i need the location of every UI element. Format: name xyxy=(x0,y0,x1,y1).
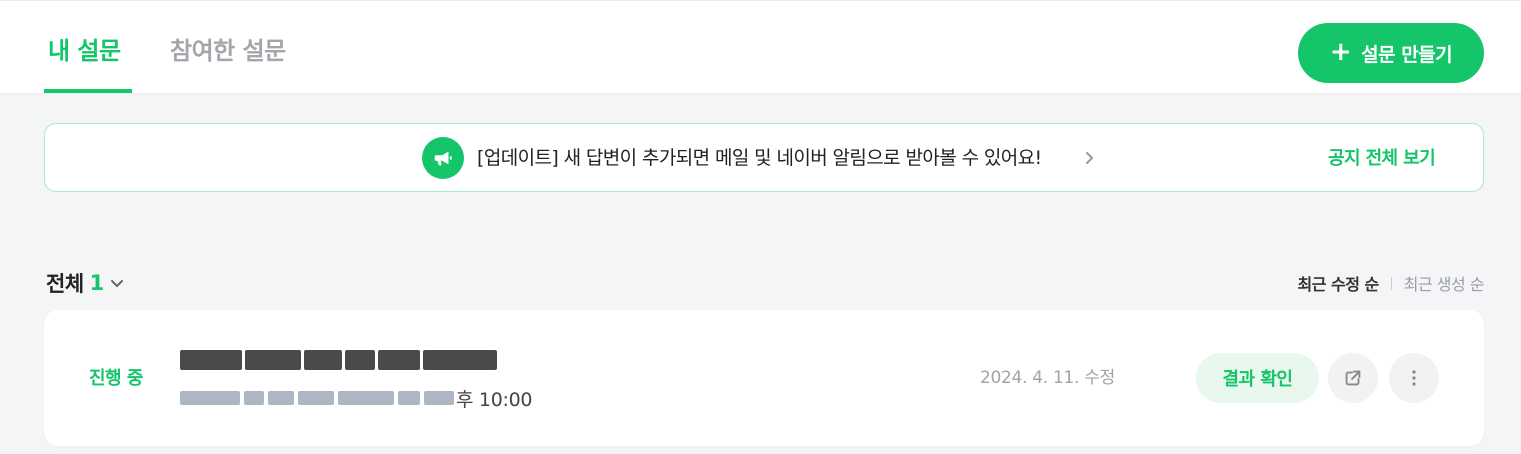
survey-period-end: 후 10:00 xyxy=(456,388,533,411)
chevron-down-icon xyxy=(110,280,123,287)
survey-count: 1 xyxy=(89,271,105,295)
status-badge: 진행 중 xyxy=(89,368,143,389)
survey-card[interactable]: 진행 중 후 10:00 2024. 4. 11. 수정 결과 확인 xyxy=(44,310,1484,446)
top-bar: 내 설문 참여한 설문 + 설문 만들기 xyxy=(0,0,1521,93)
more-vertical-icon xyxy=(1412,370,1416,386)
external-link-icon xyxy=(1345,370,1361,386)
filter-label: 전체 xyxy=(46,272,84,296)
notice-message[interactable]: [업데이트] 새 답변이 추가되면 메일 및 네이버 알림으로 받아볼 수 있어… xyxy=(477,145,1042,171)
survey-period: 후 10:00 xyxy=(180,386,533,411)
survey-period-start-redacted xyxy=(180,391,454,405)
megaphone-icon xyxy=(422,137,464,179)
chevron-right-icon[interactable] xyxy=(1082,150,1098,166)
modified-date: 2024. 4. 11. 수정 xyxy=(980,368,1115,388)
view-results-button[interactable]: 결과 확인 xyxy=(1196,353,1319,403)
tab-participated-surveys[interactable]: 참여한 설문 xyxy=(170,34,286,68)
notice-banner: [업데이트] 새 답변이 추가되면 메일 및 네이버 알림으로 받아볼 수 있어… xyxy=(44,123,1484,192)
active-tab-indicator xyxy=(44,89,132,93)
sort-recent-modified[interactable]: 최근 수정 순 xyxy=(1297,271,1379,295)
create-survey-button[interactable]: + 설문 만들기 xyxy=(1298,23,1484,83)
page: 내 설문 참여한 설문 + 설문 만들기 [업데이트] 새 답변이 추가되면 메… xyxy=(0,0,1521,454)
share-button[interactable] xyxy=(1328,353,1378,403)
create-survey-label: 설문 만들기 xyxy=(1361,43,1453,66)
tab-my-surveys[interactable]: 내 설문 xyxy=(48,34,121,68)
sort-options: 최근 수정 순 최근 생성 순 xyxy=(1297,271,1484,295)
survey-filter-dropdown[interactable]: 전체 1 xyxy=(46,268,126,298)
survey-title-redacted[interactable] xyxy=(180,348,515,372)
more-options-button[interactable] xyxy=(1389,353,1439,403)
sort-divider xyxy=(1390,276,1392,290)
view-all-notices-link[interactable]: 공지 전체 보기 xyxy=(1328,146,1436,172)
sort-recent-created[interactable]: 최근 생성 순 xyxy=(1404,271,1485,295)
plus-icon: + xyxy=(1329,37,1352,67)
